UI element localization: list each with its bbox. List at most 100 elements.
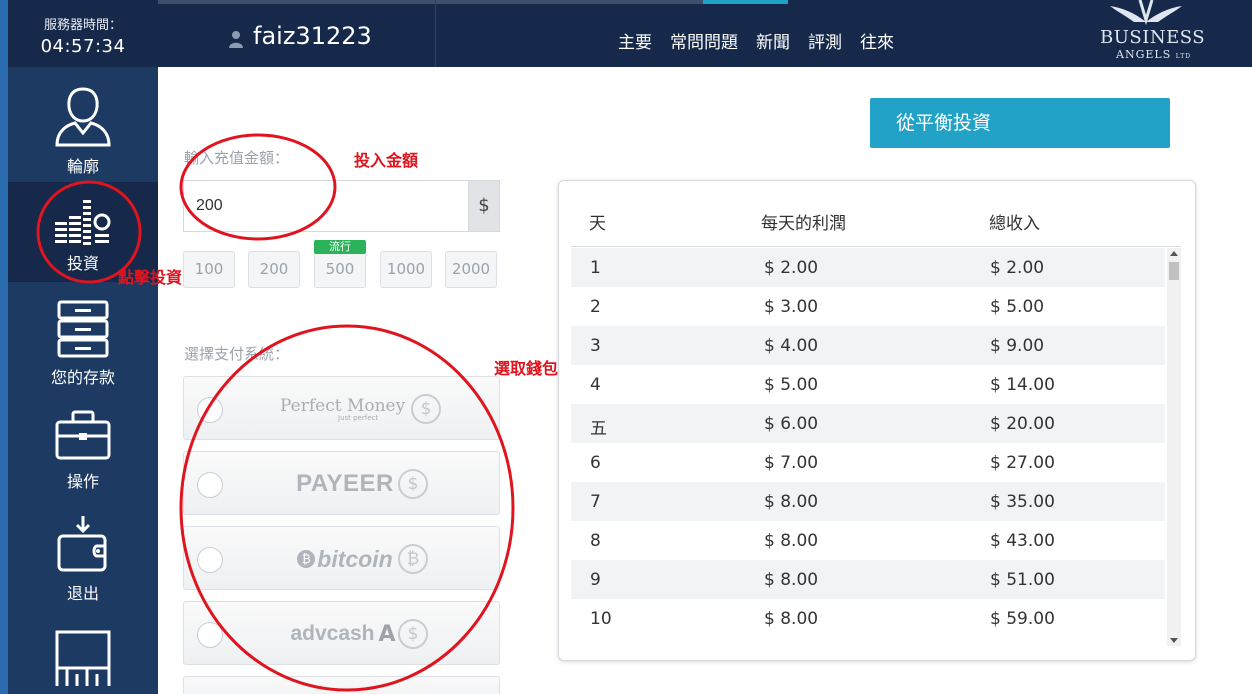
bitcoin-logo: ₿ bitcoin [290,543,400,575]
radio-button[interactable] [197,397,223,423]
sidebar-item-label: 您的存款 [50,368,115,387]
cell-total-income: $ 51.00 [990,570,1055,590]
scroll-down-arrow-icon[interactable] [1170,638,1178,643]
radio-button[interactable] [197,622,223,648]
advcash-logo: advcash A [288,618,398,650]
quick-amount-1000[interactable]: 1000 [380,251,432,288]
nav-link-reviews[interactable]: 評測 [808,28,842,53]
annotation-invest-note: 點擊投資 [118,268,183,287]
cell-total-income: $ 14.00 [990,375,1055,395]
annotation-wallet-note: 選取錢包 [494,359,559,378]
cell-day: 4 [590,375,601,395]
cell-daily-profit: $ 3.00 [764,297,819,317]
cell-daily-profit: $ 4.00 [764,336,819,356]
annotation-amount-note: 投入金額 [354,151,419,170]
dollar-coin-icon: $ [411,394,441,424]
sidebar-item-deposits[interactable]: 您的存款 [8,282,158,392]
sidebar-item-more[interactable] [8,612,158,694]
cell-total-income: $ 2.00 [990,258,1045,278]
payeer-logo: PAYEER [290,468,400,500]
cell-day: 3 [590,336,601,356]
column-header-daily-profit: 每天的利潤 [761,214,846,234]
cell-daily-profit: $ 8.00 [764,570,819,590]
payment-option-perfect-money[interactable]: Perfect Money Just perfect $ [183,376,500,440]
user-icon [229,31,243,48]
table-row: 2 $ 3.00 $ 5.00 [571,287,1165,326]
payment-system-label: 選擇支付系統： [184,345,290,363]
payment-option-more[interactable] [183,676,500,694]
quick-amount-200[interactable]: 200 [248,251,300,288]
cell-total-income: $ 27.00 [990,453,1055,473]
advcash-mark-icon: A [378,621,396,647]
radio-button[interactable] [197,472,223,498]
column-header-total-income: 總收入 [989,214,1040,234]
advcash-name: advcash [290,622,375,645]
cell-daily-profit: $ 7.00 [764,453,819,473]
username: faiz31223 [253,22,372,50]
business-angels-logo[interactable]: BUSINESS ANGELS LTD [1096,0,1205,67]
deposit-drawers-icon [57,300,109,358]
nav-link-news[interactable]: 新聞 [756,28,790,53]
cell-total-income: $ 5.00 [990,297,1045,317]
perfect-money-name: Perfect Money [280,396,406,416]
cell-day: 10 [590,609,612,629]
cell-day: 1 [590,258,601,278]
payment-option-bitcoin[interactable]: ₿ bitcoin ₿ [183,526,500,590]
nav-link-faq[interactable]: 常問問題 [670,28,738,53]
scroll-up-arrow-icon[interactable] [1170,251,1178,256]
bitcoin-mark-icon: ₿ [297,550,316,568]
server-time-value: 04:57:34 [40,36,126,57]
sidebar: 服務器時間： 04:57:34 輪廓 投資 您的存款 操作 退出 [8,0,158,694]
cell-total-income: $ 9.00 [990,336,1045,356]
table-row: 4 $ 5.00 $ 14.00 [571,365,1165,404]
sidebar-item-exit[interactable]: 退出 [8,502,158,612]
header-progress-fill [703,0,788,4]
top-header: faiz31223 主要 常問問題 新聞 評測 往來 BUSINESS ANGE… [158,0,1252,67]
cell-total-income: $ 59.00 [990,609,1055,629]
table-row: 8 $ 8.00 $ 43.00 [571,521,1165,560]
cell-day: 7 [590,492,601,512]
logo-line1: BUSINESS [1100,27,1206,48]
sidebar-item-operations[interactable]: 操作 [8,392,158,502]
cell-total-income: $ 20.00 [990,414,1055,434]
cell-total-income: $ 35.00 [990,492,1055,512]
receipt-icon [55,630,111,686]
cell-daily-profit: $ 2.00 [764,258,819,278]
bitcoin-coin-icon: ₿ [398,544,428,574]
quick-amount-500[interactable]: 500 [314,251,366,288]
user-block: faiz31223 [158,0,436,67]
table-header: 天 每天的利潤 總收入 [571,181,1181,247]
amount-label: 輸入充值金額： [184,149,290,167]
cell-day: 8 [590,531,601,551]
radio-button[interactable] [197,547,223,573]
cell-daily-profit: $ 8.00 [764,492,819,512]
payeer-name: PAYEER [296,470,394,497]
table-row: 9 $ 8.00 $ 51.00 [571,560,1165,599]
table-scrollbar[interactable] [1167,248,1181,646]
dollar-coin-icon: $ [398,469,428,499]
logo-suffix: LTD [1175,53,1192,60]
briefcase-icon [55,410,111,460]
dollar-coin-icon: $ [398,619,428,649]
sidebar-item-profile[interactable]: 輪廓 [8,67,158,182]
logo-line2: ANGELS LTD [1116,48,1191,61]
nav-link-contact[interactable]: 往來 [860,28,894,53]
scroll-thumb[interactable] [1169,262,1179,280]
angel-wings-icon [1110,0,1182,26]
profit-table-card: 天 每天的利潤 總收入 1 $ 2.00 $ 2.00 2 $ 3.00 $ 5.00 3 $… [558,180,1196,661]
payment-option-advcash[interactable]: advcash A $ [183,601,500,665]
popular-badge: 流行 [314,240,366,254]
table-row: 6 $ 7.00 $ 27.00 [571,443,1165,482]
quick-amount-100[interactable]: 100 [183,251,235,288]
table-body[interactable]: 1 $ 2.00 $ 2.00 2 $ 3.00 $ 5.00 3 $ 4.00 $ 9.00 4… [571,248,1165,646]
invest-stack-icon [55,200,111,245]
perfect-money-tagline: Just perfect [338,414,379,422]
nav-link-home[interactable]: 主要 [618,28,652,53]
quick-amount-2000[interactable]: 2000 [445,251,497,288]
bitcoin-name: bitcoin [317,545,393,572]
payment-option-payeer[interactable]: PAYEER $ [183,451,500,515]
amount-input[interactable] [183,180,468,232]
cell-daily-profit: $ 5.00 [764,375,819,395]
invest-from-balance-button[interactable]: 從平衡投資 [870,98,1170,148]
table-row: 10 $ 8.00 $ 59.00 [571,599,1165,638]
